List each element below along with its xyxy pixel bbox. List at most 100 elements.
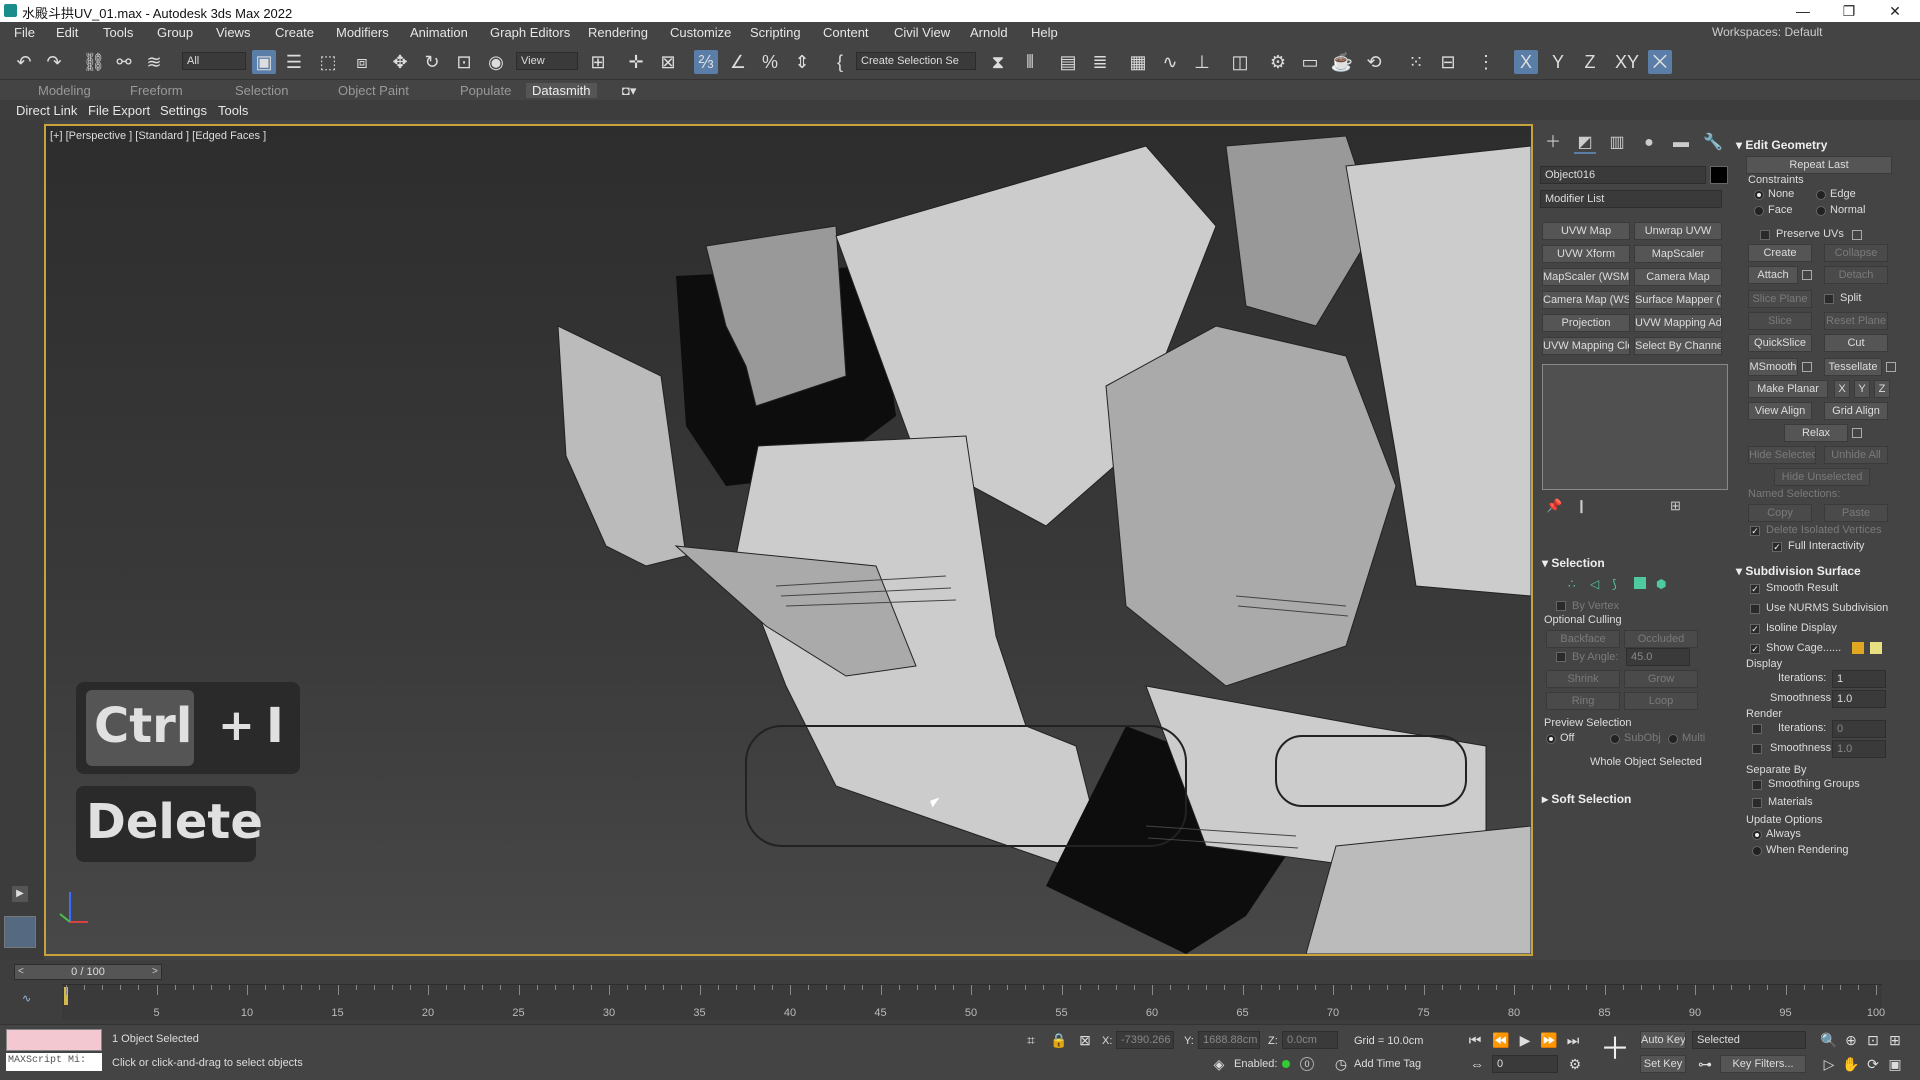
- layer-explorer-icon[interactable]: ≣: [1088, 50, 1112, 74]
- mirror-icon[interactable]: ⧗: [986, 50, 1010, 74]
- lock-selection-icon[interactable]: 🔒: [1050, 1031, 1068, 1049]
- viewport-layout-icon[interactable]: [4, 916, 36, 948]
- modifier-stack-list[interactable]: [1542, 364, 1728, 490]
- rotate-icon[interactable]: ↻: [420, 50, 444, 74]
- axis-xy-button[interactable]: XY: [1612, 50, 1642, 74]
- detach-button[interactable]: Detach: [1824, 266, 1888, 284]
- axis-z-button[interactable]: Z: [1578, 50, 1602, 74]
- toggle-ribbon-icon[interactable]: ▦: [1126, 50, 1150, 74]
- modifier-projection-button[interactable]: Projection: [1542, 314, 1630, 332]
- workspace-selector[interactable]: Workspaces: Default: [1712, 25, 1823, 39]
- select-manipulate-icon[interactable]: ✛: [624, 50, 648, 74]
- axis-x-button[interactable]: X: [1514, 50, 1538, 74]
- ruler-icon[interactable]: ⊟: [1436, 50, 1460, 74]
- axis-y-button[interactable]: Y: [1546, 50, 1570, 74]
- hide-selected-button[interactable]: Hide Selected: [1748, 446, 1816, 464]
- tessellate-button[interactable]: Tessellate: [1824, 358, 1882, 376]
- menu-file[interactable]: File: [14, 25, 35, 40]
- menu-animation[interactable]: Animation: [410, 25, 468, 40]
- quickslice-button[interactable]: QuickSlice: [1748, 334, 1812, 352]
- menu-views[interactable]: Views: [216, 25, 250, 40]
- cage-color-swatch-2[interactable]: [1870, 642, 1882, 654]
- align-icon[interactable]: ⫴: [1018, 50, 1042, 74]
- isolate-icon[interactable]: ⌗: [1022, 1031, 1040, 1049]
- close-button[interactable]: ✕: [1872, 0, 1918, 22]
- zoom-icon[interactable]: 🔍: [1820, 1031, 1838, 1049]
- menu-group[interactable]: Group: [157, 25, 193, 40]
- modifier-uvw-mapping-clear-button[interactable]: UVW Mapping Clea: [1542, 337, 1630, 355]
- update-always-radio[interactable]: [1752, 830, 1762, 840]
- display-panel-icon[interactable]: ▬: [1670, 132, 1692, 154]
- window-crossing-icon[interactable]: ⧈: [350, 50, 374, 74]
- preview-multi-radio[interactable]: [1668, 734, 1678, 744]
- slice-plane-button[interactable]: Slice Plane: [1748, 290, 1812, 308]
- move-icon[interactable]: ✥: [388, 50, 412, 74]
- bind-spacewarp-icon[interactable]: ≋: [142, 50, 166, 74]
- ribbon-options-icon[interactable]: ◘▾: [622, 83, 636, 99]
- key-set-dropdown[interactable]: Selected: [1692, 1031, 1806, 1049]
- scene-explorer-icon[interactable]: ▤: [1056, 50, 1080, 74]
- isoline-display-checkbox[interactable]: ✓: [1750, 624, 1760, 634]
- curve-editor-mini-icon[interactable]: ∿: [22, 992, 31, 1005]
- rendered-frame-icon[interactable]: ▭: [1298, 50, 1322, 74]
- soft-selection-rollout-header[interactable]: ▸ Soft Selection: [1542, 792, 1631, 806]
- relax-settings-icon[interactable]: [1852, 428, 1862, 438]
- planar-z-button[interactable]: Z: [1874, 380, 1890, 398]
- by-angle-checkbox[interactable]: [1556, 652, 1566, 662]
- orbit-icon[interactable]: ⟳: [1864, 1055, 1882, 1073]
- planar-y-button[interactable]: Y: [1854, 380, 1870, 398]
- menu-scripting[interactable]: Scripting: [750, 25, 801, 40]
- maxscript-mini-field[interactable]: MAXScript Mi:: [6, 1053, 102, 1071]
- split-checkbox[interactable]: [1824, 294, 1834, 304]
- edit-geometry-header[interactable]: ▾ Edit Geometry: [1736, 138, 1827, 152]
- constraint-edge-radio[interactable]: [1816, 190, 1826, 200]
- go-to-start-icon[interactable]: ⏮: [1466, 1031, 1484, 1049]
- menu-tools[interactable]: Tools: [103, 25, 133, 40]
- constraint-face-radio[interactable]: [1754, 206, 1764, 216]
- prev-frame-icon[interactable]: ⏪: [1492, 1031, 1510, 1049]
- direct-link-menu[interactable]: Direct Link: [16, 103, 77, 118]
- preview-off-radio[interactable]: [1546, 734, 1556, 744]
- minimize-button[interactable]: —: [1780, 0, 1826, 22]
- by-vertex-checkbox[interactable]: [1556, 601, 1566, 611]
- pivot-center-icon[interactable]: ⊞: [586, 50, 610, 74]
- select-by-name-icon[interactable]: ☰: [282, 50, 306, 74]
- preview-subobj-radio[interactable]: [1610, 734, 1620, 744]
- time-tag-clock-icon[interactable]: ◷: [1332, 1055, 1350, 1073]
- time-slider[interactable]: 0 / 100: [14, 964, 162, 980]
- preserve-uvs-checkbox[interactable]: [1760, 230, 1770, 240]
- zoom-extents-icon[interactable]: ⊡: [1864, 1031, 1882, 1049]
- x-coord-field[interactable]: -7390.266: [1116, 1031, 1174, 1049]
- shrink-button[interactable]: Shrink: [1546, 670, 1620, 688]
- show-cage-checkbox[interactable]: ✓: [1750, 644, 1760, 654]
- maximize-button[interactable]: ❐: [1826, 0, 1872, 22]
- field-of-view-icon[interactable]: ▷: [1820, 1055, 1838, 1073]
- render-setup-icon[interactable]: ⚙: [1266, 50, 1290, 74]
- absolute-mode-icon[interactable]: ⊠: [1076, 1031, 1094, 1049]
- msmooth-settings-icon[interactable]: [1802, 362, 1812, 372]
- hide-unselected-button[interactable]: Hide Unselected: [1774, 468, 1870, 486]
- ring-button[interactable]: Ring: [1546, 692, 1620, 710]
- select-object-icon[interactable]: ▣: [252, 50, 276, 74]
- update-when-rendering-radio[interactable]: [1752, 846, 1762, 856]
- time-config-icon[interactable]: ⚙: [1566, 1055, 1584, 1073]
- grid-icon[interactable]: ⁙: [1404, 50, 1428, 74]
- menu-civil-view[interactable]: Civil View: [894, 25, 950, 40]
- angle-snap-icon[interactable]: ∠: [726, 50, 750, 74]
- utilities-panel-icon[interactable]: 🔧: [1702, 132, 1724, 154]
- spinner-snap-icon[interactable]: ⇕: [790, 50, 814, 74]
- polygon-mode-icon[interactable]: [1634, 577, 1646, 589]
- material-editor-icon[interactable]: ◫: [1228, 50, 1252, 74]
- view-align-button[interactable]: View Align: [1748, 402, 1812, 420]
- menu-content[interactable]: Content: [823, 25, 869, 40]
- tessellate-settings-icon[interactable]: [1886, 362, 1896, 372]
- menu-customize[interactable]: Customize: [670, 25, 731, 40]
- grid-align-button[interactable]: Grid Align: [1824, 402, 1888, 420]
- tab-selection[interactable]: Selection: [235, 83, 288, 98]
- model-geometry[interactable]: [46, 126, 1531, 954]
- msmooth-button[interactable]: MSmooth: [1748, 358, 1798, 376]
- time-slider-prev-icon[interactable]: <: [18, 966, 24, 977]
- menu-rendering[interactable]: Rendering: [588, 25, 648, 40]
- menu-arnold[interactable]: Arnold: [970, 25, 1008, 40]
- settings-menu[interactable]: Settings: [160, 103, 207, 118]
